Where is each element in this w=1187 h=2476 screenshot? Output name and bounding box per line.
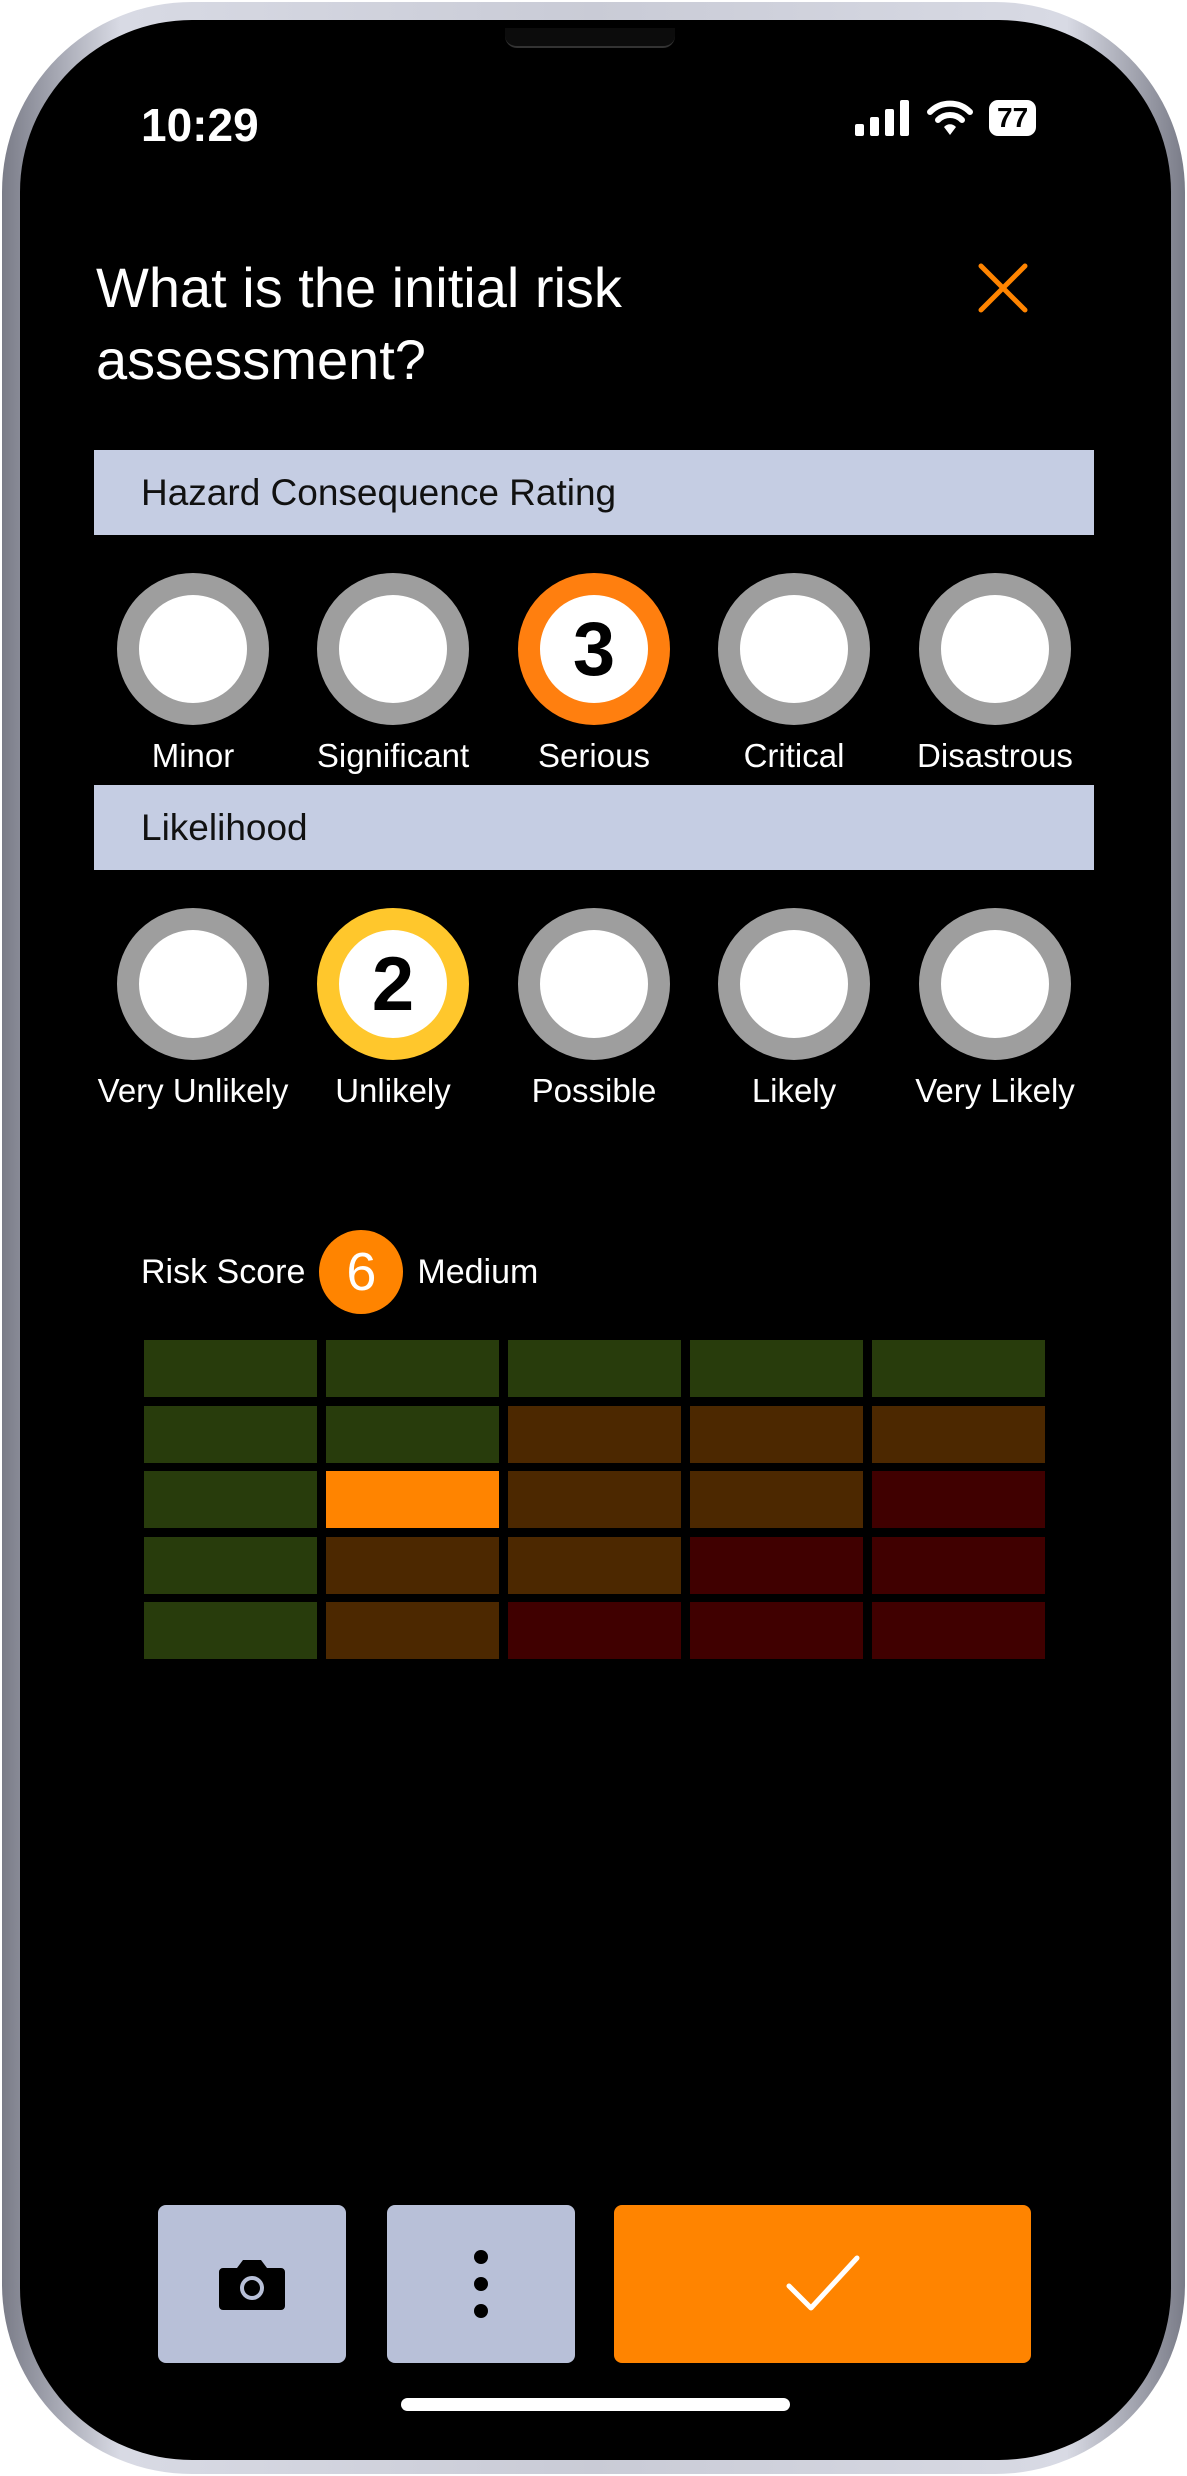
matrix-cell-medium — [326, 1602, 499, 1659]
likelihood-radio[interactable] — [117, 908, 269, 1060]
status-time: 10:29 — [141, 99, 259, 151]
matrix-cell-high — [690, 1602, 863, 1659]
likelihood-option[interactable]: Likely — [694, 908, 894, 1111]
matrix-cell-low — [326, 1405, 499, 1463]
check-icon — [786, 2255, 859, 2311]
matrix-cell-low — [508, 1340, 681, 1397]
consequence-option-label: Serious — [538, 737, 650, 774]
risk-score-badge: 6 — [319, 1230, 404, 1314]
camera-button[interactable] — [158, 2205, 346, 2363]
risk-level: Medium — [417, 1252, 539, 1291]
likelihood-option[interactable]: Possible — [494, 908, 694, 1111]
likelihood-option-label: Unlikely — [335, 1072, 451, 1109]
consequence-option-label: Critical — [743, 737, 845, 774]
matrix-cell-low — [144, 1340, 317, 1397]
matrix-cell-selected — [326, 1471, 499, 1528]
likelihood-option[interactable]: Very Unlikely — [93, 908, 293, 1111]
matrix-cell-high — [690, 1536, 863, 1594]
consequence-radio[interactable] — [117, 573, 269, 725]
consequence-option[interactable]: Critical — [694, 573, 894, 776]
matrix-cell-low — [144, 1471, 317, 1528]
confirm-button[interactable] — [614, 2205, 1031, 2363]
matrix-cell-low — [326, 1340, 499, 1397]
likelihood-radio[interactable] — [919, 908, 1071, 1060]
likelihood-heading: Likelihood — [94, 785, 1094, 870]
matrix-cell-low — [872, 1340, 1045, 1397]
matrix-cell-low — [144, 1405, 317, 1463]
likelihood-radio[interactable]: 2 — [317, 908, 469, 1060]
consequence-option-label: Minor — [151, 737, 235, 774]
signal-icon — [855, 100, 909, 136]
consequence-radio[interactable] — [718, 573, 870, 725]
matrix-cell-medium — [872, 1405, 1045, 1463]
camera-icon — [219, 2260, 285, 2310]
more-vertical-icon — [474, 2250, 488, 2318]
consequence-radio[interactable]: 3 — [518, 573, 670, 725]
consequence-option-label: Significant — [316, 737, 470, 774]
matrix-cell-medium — [508, 1536, 681, 1594]
consequence-option[interactable]: Significant — [293, 573, 493, 776]
likelihood-option[interactable]: Very Likely — [895, 908, 1095, 1111]
risk-matrix — [144, 1340, 1045, 1659]
status-icons: 77 — [855, 100, 1037, 136]
likelihood-option-label: Very Likely — [915, 1072, 1075, 1109]
page-title: What is the initial risk assessment? — [96, 256, 622, 391]
risk-score-label: Risk Score — [141, 1252, 306, 1291]
battery-indicator: 77 — [989, 100, 1037, 136]
likelihood-radio[interactable] — [518, 908, 670, 1060]
matrix-cell-medium — [690, 1471, 863, 1528]
matrix-cell-high — [872, 1536, 1045, 1594]
likelihood-option-label: Likely — [751, 1072, 837, 1109]
more-options-button[interactable] — [387, 2205, 575, 2363]
consequence-option[interactable]: Disastrous — [895, 573, 1095, 776]
phone-frame: 10:29 77 What is the initial risk assess… — [2, 2, 1185, 2474]
consequence-option[interactable]: Minor — [93, 573, 293, 776]
wifi-icon — [927, 100, 973, 135]
matrix-cell-medium — [326, 1536, 499, 1594]
matrix-cell-high — [872, 1471, 1045, 1528]
matrix-cell-medium — [690, 1405, 863, 1463]
consequence-heading: Hazard Consequence Rating — [94, 450, 1094, 535]
likelihood-option-label: Possible — [531, 1072, 657, 1109]
screen: 10:29 77 What is the initial risk assess… — [20, 20, 1171, 2460]
matrix-cell-medium — [508, 1405, 681, 1463]
consequence-radio[interactable] — [919, 573, 1071, 725]
home-indicator[interactable] — [401, 2398, 790, 2411]
consequence-radio[interactable] — [317, 573, 469, 725]
matrix-cell-low — [144, 1602, 317, 1659]
consequence-option-label: Disastrous — [917, 737, 1073, 774]
speaker-notch — [505, 28, 675, 48]
likelihood-radio[interactable] — [718, 908, 870, 1060]
matrix-cell-high — [872, 1602, 1045, 1659]
matrix-cell-low — [690, 1340, 863, 1397]
close-icon[interactable] — [975, 260, 1031, 316]
likelihood-option-label: Very Unlikely — [97, 1072, 289, 1109]
likelihood-option[interactable]: 2 Unlikely — [293, 908, 493, 1111]
risk-score-row: Risk Score 6 Medium — [141, 1230, 538, 1314]
matrix-cell-low — [144, 1536, 317, 1594]
consequence-option[interactable]: 3 Serious — [494, 573, 694, 776]
matrix-cell-high — [508, 1602, 681, 1659]
matrix-cell-medium — [508, 1471, 681, 1528]
